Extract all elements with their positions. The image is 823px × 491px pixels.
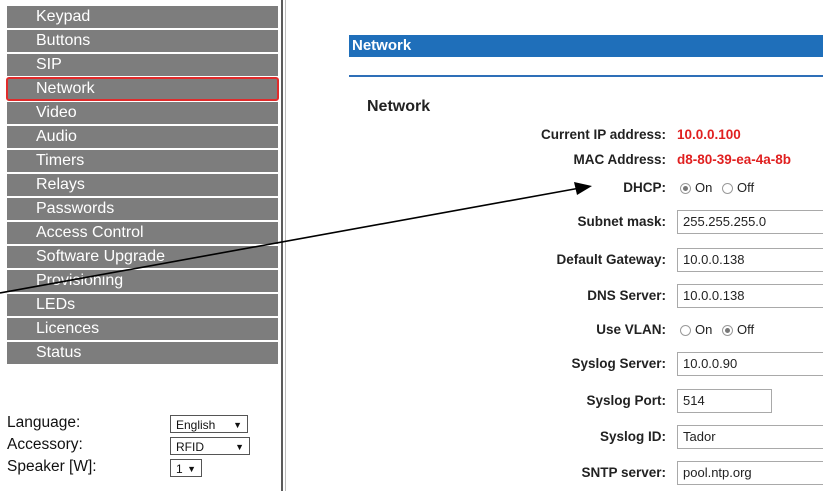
default-gateway-input[interactable]: 10.0.0.138 — [677, 248, 823, 272]
syslog-port-input[interactable]: 514 — [677, 389, 772, 413]
syslog-port-label: Syslog Port: — [586, 393, 666, 408]
current-ip-label: Current IP address: — [540, 127, 666, 142]
sidebar-item-network[interactable]: Network — [6, 77, 279, 101]
language-select[interactable]: English ▼ — [170, 415, 248, 433]
sidebar-divider-inner — [285, 0, 286, 491]
header-underline — [349, 75, 823, 77]
vlan-off-label: Off — [736, 322, 755, 337]
speaker-label: Speaker [W]: — [7, 458, 97, 475]
sidebar-item-software-upgrade[interactable]: Software Upgrade — [7, 246, 278, 268]
sidebar-item-status[interactable]: Status — [7, 342, 278, 364]
section-title: Network — [367, 98, 431, 115]
sidebar-item-audio[interactable]: Audio — [7, 126, 278, 148]
accessory-select[interactable]: RFID ▼ — [170, 437, 250, 455]
sidebar-item-leds[interactable]: LEDs — [7, 294, 278, 316]
speaker-select[interactable]: 1 ▼ — [170, 459, 202, 477]
accessory-value: RFID — [176, 440, 204, 454]
use-vlan-label: Use VLAN: — [596, 322, 666, 337]
dhcp-off-label: Off — [736, 180, 755, 195]
syslog-server-input[interactable]: 10.0.0.90 — [677, 352, 823, 376]
accessory-label: Accessory: — [7, 436, 83, 453]
vlan-on-radio[interactable] — [680, 325, 691, 336]
default-gateway-label: Default Gateway: — [556, 252, 666, 267]
speaker-value: 1 — [176, 462, 183, 476]
chevron-down-icon: ▼ — [235, 442, 244, 452]
subnet-mask-label: Subnet mask: — [577, 214, 666, 229]
sidebar-item-access-control[interactable]: Access Control — [7, 222, 278, 244]
chevron-down-icon: ▼ — [187, 464, 196, 474]
sidebar-item-timers[interactable]: Timers — [7, 150, 278, 172]
sidebar-item-sip[interactable]: SIP — [7, 54, 278, 76]
vlan-radio-group: On Off — [680, 322, 760, 337]
dhcp-on-radio[interactable] — [680, 183, 691, 194]
accessory-row: Accessory: RFID ▼ — [7, 434, 277, 456]
sidebar-settings: Language: English ▼ Accessory: RFID ▼ Sp… — [7, 412, 277, 478]
sidebar-divider — [281, 0, 283, 491]
vlan-on-label: On — [695, 322, 713, 337]
dhcp-on-label: On — [695, 180, 713, 195]
syslog-server-label: Syslog Server: — [571, 356, 666, 371]
sidebar-menu: Keypad Buttons SIP Network Video Audio T… — [6, 6, 279, 366]
sidebar-item-provisioning[interactable]: Provisioning — [7, 270, 278, 292]
syslog-id-label: Syslog ID: — [599, 429, 666, 444]
speaker-row: Speaker [W]: 1 ▼ — [7, 456, 277, 478]
sidebar-item-keypad[interactable]: Keypad — [7, 6, 278, 28]
mac-address-label: MAC Address: — [573, 152, 666, 167]
subnet-mask-input[interactable]: 255.255.255.0 — [677, 210, 823, 234]
sidebar: Keypad Buttons SIP Network Video Audio T… — [0, 0, 281, 491]
dns-server-input[interactable]: 10.0.0.138 — [677, 284, 823, 308]
dhcp-radio-group: On Off — [680, 180, 760, 195]
sidebar-item-passwords[interactable]: Passwords — [7, 198, 278, 220]
syslog-id-input[interactable]: Tador — [677, 425, 823, 449]
language-value: English — [176, 418, 216, 432]
dhcp-label: DHCP: — [623, 180, 666, 195]
mac-address-value: d8-80-39-ea-4a-8b — [677, 152, 792, 167]
language-label: Language: — [7, 414, 81, 431]
sntp-server-label: SNTP server: — [581, 465, 666, 480]
sntp-server-input[interactable]: pool.ntp.org — [677, 461, 823, 485]
dns-server-label: DNS Server: — [587, 288, 666, 303]
sidebar-item-buttons[interactable]: Buttons — [7, 30, 278, 52]
current-ip-value: 10.0.0.100 — [677, 127, 741, 142]
page-header: Network — [349, 35, 823, 57]
chevron-down-icon: ▼ — [233, 420, 242, 430]
dhcp-off-radio[interactable] — [721, 183, 733, 194]
sidebar-item-video[interactable]: Video — [7, 102, 278, 124]
sidebar-item-relays[interactable]: Relays — [7, 174, 278, 196]
sidebar-item-licences[interactable]: Licences — [7, 318, 278, 340]
vlan-off-radio[interactable] — [721, 325, 733, 336]
language-row: Language: English ▼ — [7, 412, 277, 434]
